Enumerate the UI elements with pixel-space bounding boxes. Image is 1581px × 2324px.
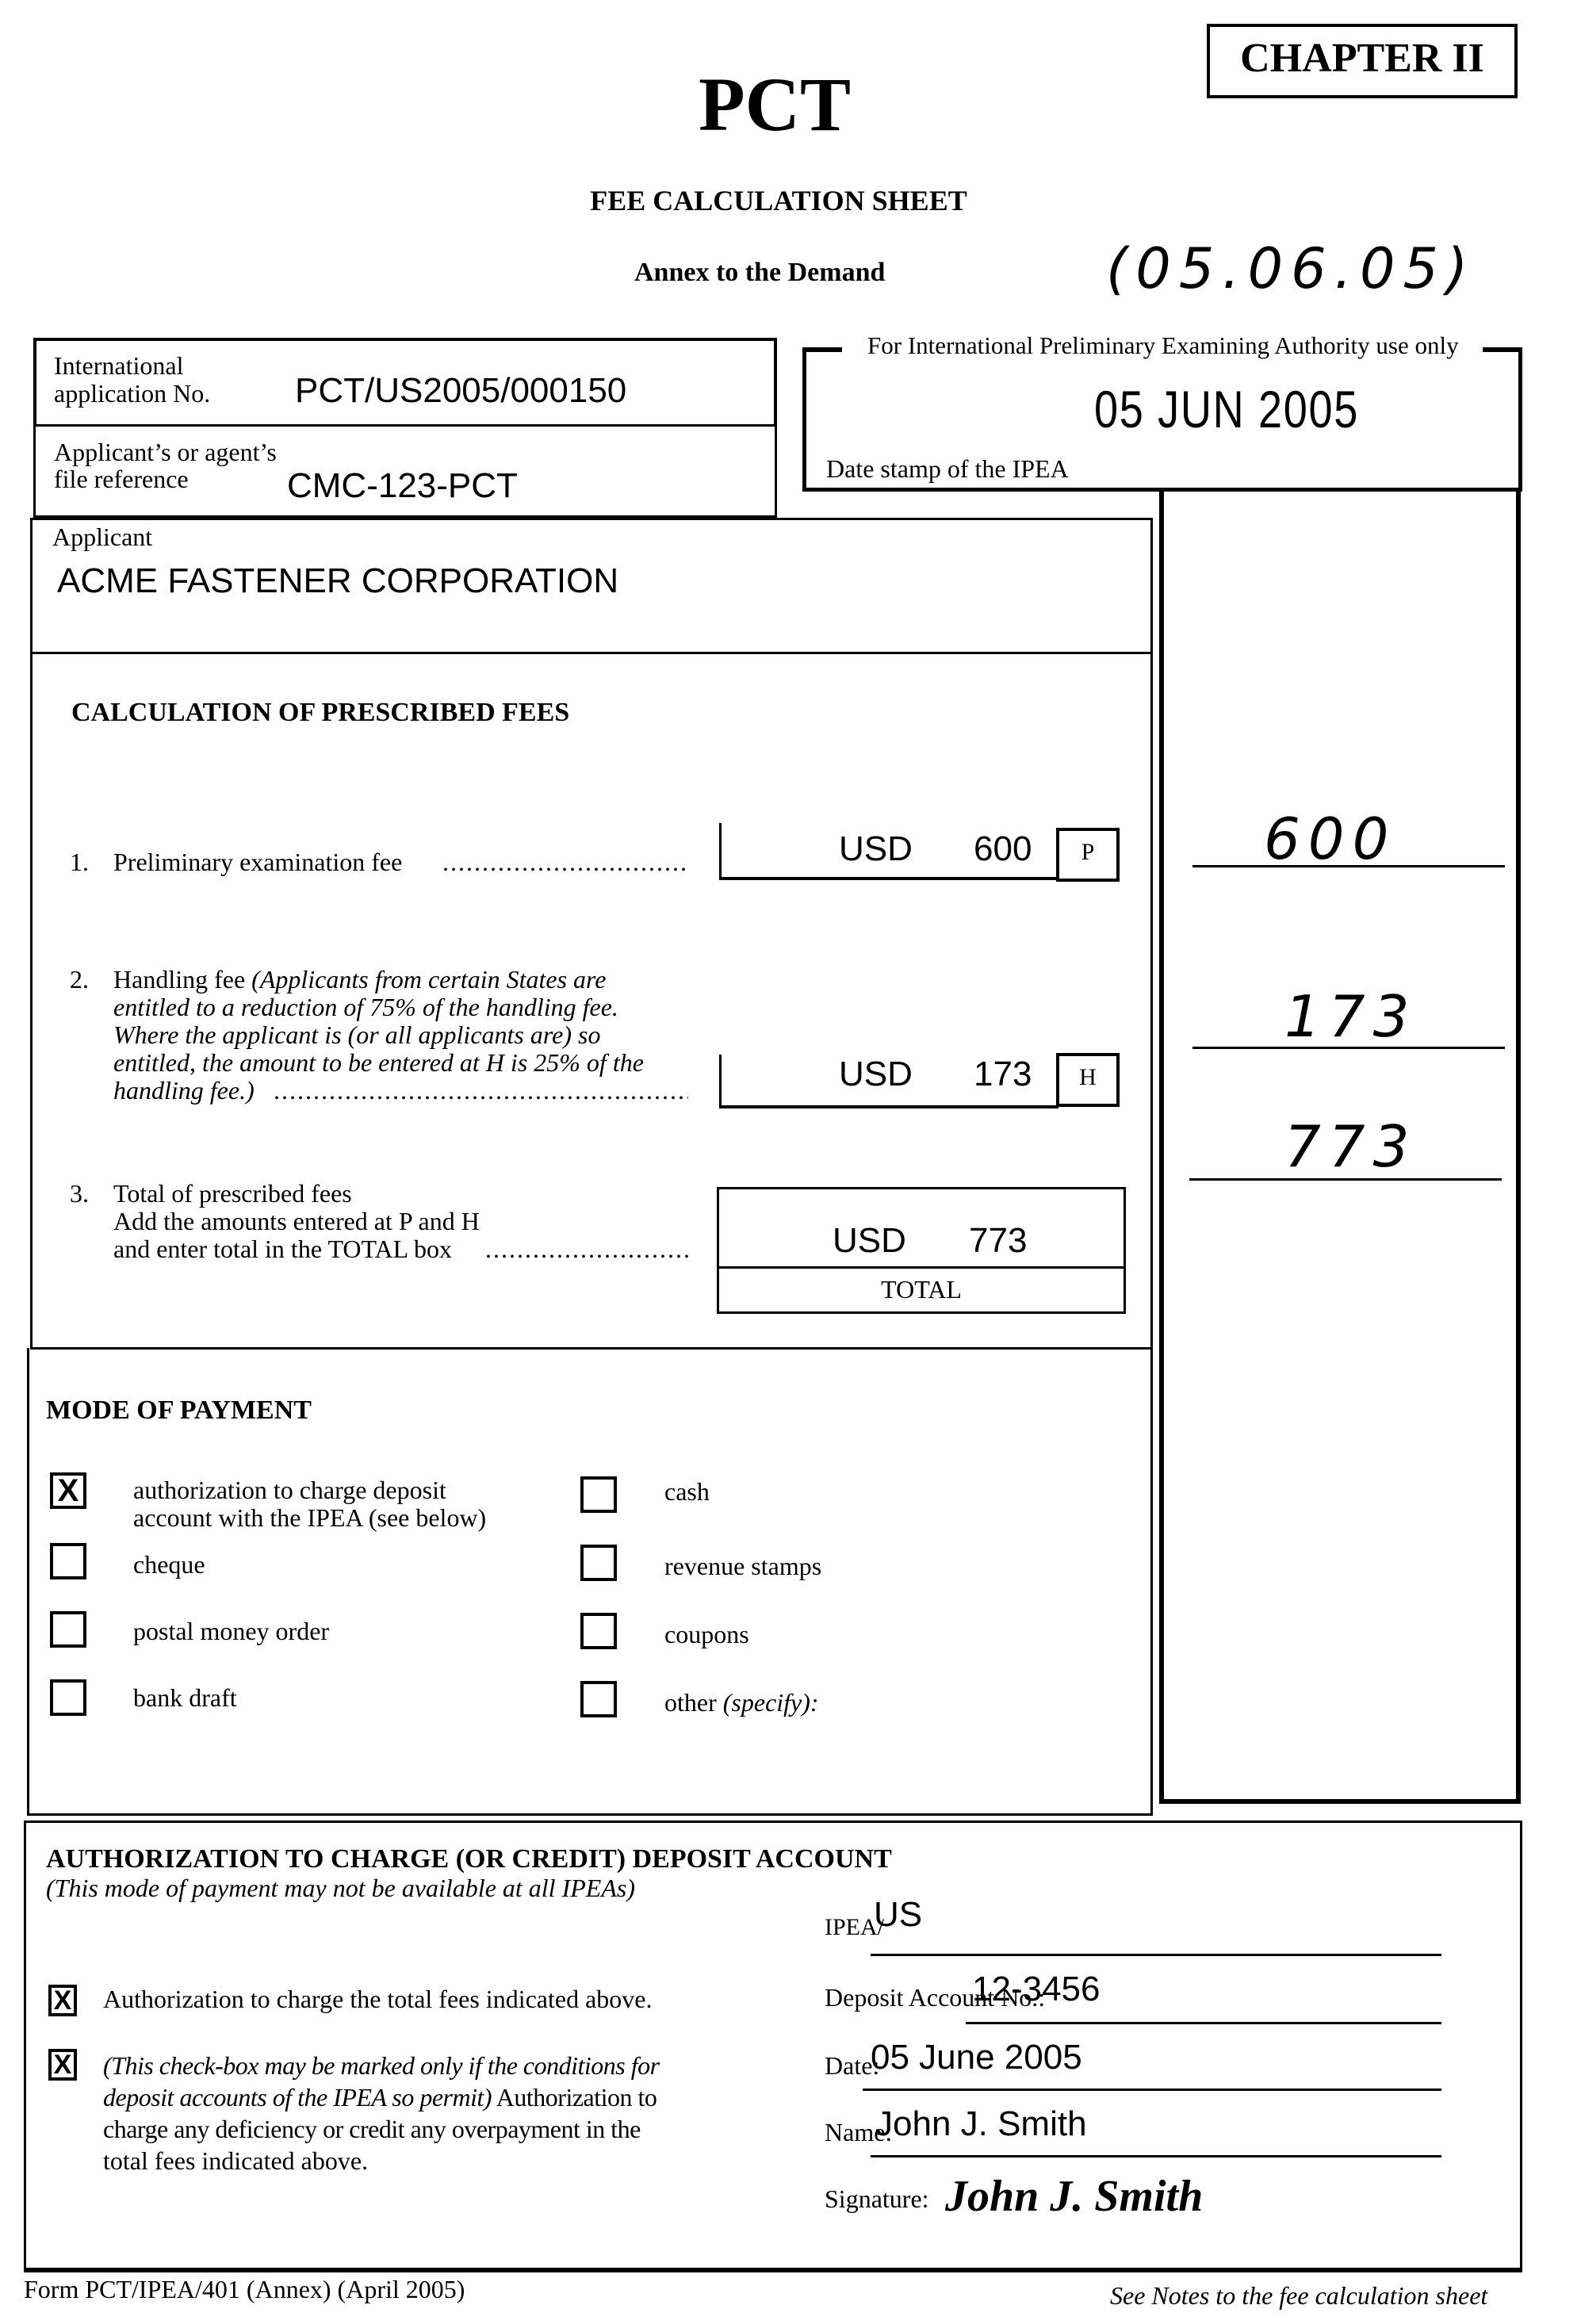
file-ref-label-1: Applicant’s or agent’s xyxy=(54,438,277,466)
payment-coupons-label: coupons xyxy=(664,1620,749,1648)
fee-3-label: Total of prescribed fees xyxy=(113,1179,352,1208)
handwritten-date: (05.06.05) xyxy=(1106,236,1476,301)
check-mark-icon: X xyxy=(57,1473,79,1508)
annex-label: Annex to the Demand xyxy=(634,258,886,287)
auth-deficiency-checkbox[interactable]: X xyxy=(48,2049,77,2081)
payment-other-text: other xyxy=(664,1688,717,1717)
payment-heading: MODE OF PAYMENT xyxy=(46,1396,312,1425)
file-ref-label-2: file reference xyxy=(54,465,189,493)
signature-value: John J. Smith xyxy=(945,2172,1204,2221)
fee-2-leader: ........................................… xyxy=(274,1077,688,1104)
fee-2-note-5: handling fee.) xyxy=(113,1076,255,1105)
auth-charge-total-checkbox[interactable]: X xyxy=(48,1985,77,2016)
total-currency: USD xyxy=(833,1221,906,1260)
ipea-fee-2-handwritten: 173 xyxy=(1284,983,1418,1050)
intl-app-number[interactable]: PCT/US2005/000150 xyxy=(295,371,626,411)
fee-1-code: P xyxy=(1081,839,1095,865)
total-amount[interactable]: 773 xyxy=(969,1221,1027,1261)
payment-other-specify: (specify): xyxy=(722,1688,819,1717)
fee-2-amount[interactable]: 173 xyxy=(974,1055,1032,1094)
fee-2-code: H xyxy=(1079,1064,1097,1090)
payment-other-checkbox[interactable] xyxy=(580,1681,617,1717)
name-underline xyxy=(871,2155,1441,2157)
payment-coupons-checkbox[interactable] xyxy=(580,1613,617,1649)
page-title: PCT xyxy=(699,62,851,147)
ipea-box-top-right-stub xyxy=(1483,347,1522,352)
ipea-field-value[interactable]: US xyxy=(874,1895,922,1935)
ipea-heading: For International Preliminary Examining … xyxy=(863,333,1464,358)
name-value[interactable]: John J. Smith xyxy=(875,2104,1087,2144)
auth-deficiency-line-4: total fees indicated above. xyxy=(103,2146,369,2175)
fee-1-leader: .................................... xyxy=(442,848,688,875)
signature-label: Signature: xyxy=(825,2184,929,2213)
payment-cash-label: cash xyxy=(664,1477,710,1506)
form-id: Form PCT/IPEA/401 (Annex) (April 2005) xyxy=(24,2275,465,2303)
payment-postal-label: postal money order xyxy=(133,1617,330,1645)
payment-cheque-label: cheque xyxy=(133,1550,205,1579)
ipea-fee-1-handwritten: 600 xyxy=(1264,806,1397,872)
authorization-subheading: (This mode of payment may not be availab… xyxy=(46,1874,635,1902)
applicant-name[interactable]: ACME FASTENER CORPORATION xyxy=(57,561,618,601)
auth-charge-total-label: Authorization to charge the total fees i… xyxy=(103,1985,653,2013)
check-mark-icon: X xyxy=(53,2050,72,2080)
deposit-account-value[interactable]: 12-3456 xyxy=(972,1970,1100,2009)
payment-cash-checkbox[interactable] xyxy=(580,1476,617,1513)
fee-2-number: 2. xyxy=(70,965,89,994)
auth-deficiency-line-3: charge any deficiency or credit any over… xyxy=(103,2115,641,2143)
fee-calc-heading: CALCULATION OF PRESCRIBED FEES xyxy=(71,698,570,727)
auth-deficiency-line-2: deposit accounts of the IPEA so permit) … xyxy=(103,2084,657,2111)
payment-deposit-label-2: account with the IPEA (see below) xyxy=(133,1503,487,1532)
fee-2-note-3: Where the applicant is (or all applicant… xyxy=(113,1020,601,1049)
fee-2-currency: USD xyxy=(839,1055,913,1093)
fee-2-label-main: Handling fee xyxy=(113,965,246,994)
fee-2-note-1: (Applicants from certain States are xyxy=(251,965,607,994)
fee-3-number: 3. xyxy=(70,1179,89,1208)
check-mark-icon: X xyxy=(53,1985,72,2016)
ipea-box-top-left-stub xyxy=(802,347,842,352)
ipea-total-handwritten: 773 xyxy=(1284,1113,1418,1180)
fee-1-label: Preliminary examination fee xyxy=(113,848,403,876)
deposit-account-underline xyxy=(966,2022,1441,2024)
notes-reference: See Notes to the fee calculation sheet xyxy=(1110,2281,1488,2310)
payment-bank-draft-checkbox[interactable] xyxy=(50,1679,86,1716)
authorization-heading: AUTHORIZATION TO CHARGE (OR CREDIT) DEPO… xyxy=(46,1844,892,1874)
applicant-label: Applicant xyxy=(52,523,153,551)
payment-cheque-checkbox[interactable] xyxy=(50,1543,86,1579)
auth-deficiency-line-2-rest: Authorization to xyxy=(492,2083,657,2112)
fee-2-note-2: entitled to a reduction of 75% of the ha… xyxy=(113,993,618,1021)
intl-app-label-2: application No. xyxy=(54,379,211,408)
date-value[interactable]: 05 June 2005 xyxy=(871,2038,1082,2077)
payment-deposit-checkbox[interactable]: X xyxy=(50,1472,86,1509)
total-box-divider xyxy=(717,1266,1126,1269)
ipea-field-underline xyxy=(871,1954,1441,1956)
fee-1-currency: USD xyxy=(839,829,913,868)
payment-bank-draft-label: bank draft xyxy=(133,1683,237,1712)
ipea-date-stamp-label: Date stamp of the IPEA xyxy=(826,454,1069,483)
fee-1-amount[interactable]: 600 xyxy=(974,829,1032,869)
fee-3-line2: Add the amounts entered at P and H xyxy=(113,1207,480,1235)
auth-deficiency-line-2-italic: deposit accounts of the IPEA so permit) xyxy=(103,2083,492,2112)
auth-deficiency-line-1: (This check-box may be marked only if th… xyxy=(103,2051,660,2080)
date-underline xyxy=(863,2089,1441,2091)
payment-deposit-label-1: authorization to charge deposit xyxy=(133,1476,446,1504)
fee-3-line3: and enter total in the TOTAL box xyxy=(113,1235,452,1263)
payment-postal-checkbox[interactable] xyxy=(50,1611,86,1648)
page-subtitle: FEE CALCULATION SHEET xyxy=(590,185,967,216)
payment-other-label: other (specify): xyxy=(664,1689,819,1716)
ipea-date-stamp: 05 JUN 2005 xyxy=(1094,380,1359,438)
total-label: TOTAL xyxy=(881,1275,962,1304)
payment-revenue-stamps-checkbox[interactable] xyxy=(580,1545,617,1581)
fee-2-label: Handling fee (Applicants from certain St… xyxy=(113,966,696,993)
file-ref-value[interactable]: CMC-123-PCT xyxy=(287,466,518,506)
fee-2-note-4: entitled, the amount to be entered at H … xyxy=(113,1048,644,1077)
fee-1-number: 1. xyxy=(70,848,89,876)
fee-3-leader: ............................... xyxy=(485,1235,688,1262)
intl-app-label-1: International xyxy=(54,351,184,380)
payment-revenue-stamps-label: revenue stamps xyxy=(664,1552,822,1580)
